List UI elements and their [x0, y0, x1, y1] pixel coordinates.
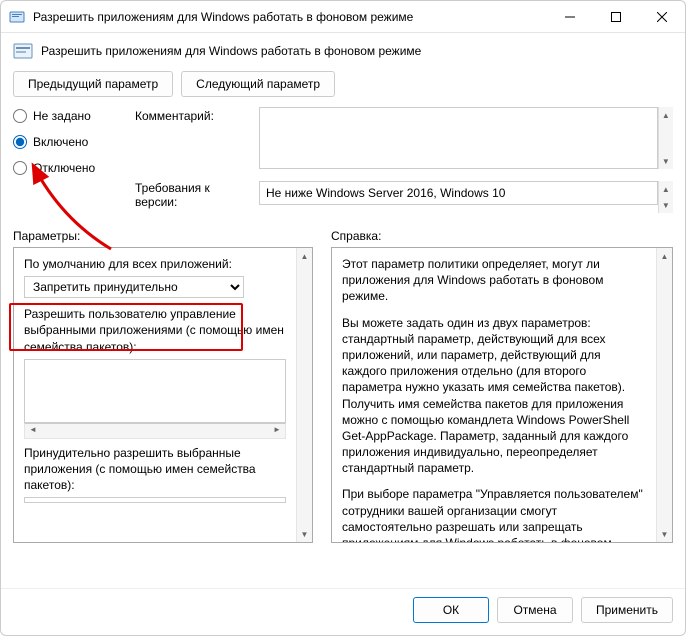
radio-disabled[interactable]: Отключено [13, 161, 131, 175]
policy-icon [13, 41, 33, 61]
parameters-heading: Параметры: [13, 229, 313, 243]
radio-disabled-input[interactable] [13, 161, 27, 175]
help-paragraph-3: При выборе параметра "Управляется пользо… [342, 486, 646, 542]
state-radio-group: Не задано Включено Отключено [13, 107, 131, 175]
default-for-apps-select[interactable]: Запретить принудительно [24, 276, 244, 298]
help-scrollbar[interactable]: ▲ ▼ [656, 248, 672, 542]
next-setting-button[interactable]: Следующий параметр [181, 71, 335, 97]
force-allow-listbox[interactable] [24, 497, 286, 503]
title-bar: Разрешить приложениям для Windows работа… [1, 1, 685, 33]
apply-button[interactable]: Применить [581, 597, 673, 623]
comment-scrollbar[interactable]: ▲▼ [658, 107, 673, 169]
parameters-pane: По умолчанию для всех приложений: Запрет… [13, 247, 313, 543]
scroll-up-icon: ▲ [297, 248, 312, 264]
help-pane: Этот параметр политики определяет, могут… [331, 247, 673, 543]
allow-user-manage-hscroll[interactable]: ◄► [24, 423, 286, 439]
dialog-button-bar: ОК Отмена Применить [1, 588, 685, 635]
radio-not-configured-input[interactable] [13, 109, 27, 123]
radio-enabled-input[interactable] [13, 135, 27, 149]
comment-label: Комментарий: [135, 107, 255, 123]
requirements-value: Не ниже Windows Server 2016, Windows 10 [259, 181, 658, 205]
app-icon [9, 9, 25, 25]
radio-not-configured-label: Не задано [33, 109, 91, 123]
previous-setting-button[interactable]: Предыдущий параметр [13, 71, 173, 97]
radio-not-configured[interactable]: Не задано [13, 109, 131, 123]
scroll-down-icon: ▼ [297, 526, 312, 542]
radio-enabled-label: Включено [33, 135, 88, 149]
allow-user-manage-label: Разрешить пользователю управление выбран… [24, 306, 286, 355]
radio-disabled-label: Отключено [33, 161, 95, 175]
close-button[interactable] [639, 1, 685, 33]
help-paragraph-2: Вы можете задать один из двух параметров… [342, 315, 646, 477]
cancel-button[interactable]: Отмена [497, 597, 573, 623]
policy-title: Разрешить приложениям для Windows работа… [41, 44, 421, 58]
nav-buttons: Предыдущий параметр Следующий параметр [1, 65, 685, 107]
allow-user-manage-listbox[interactable] [24, 359, 286, 423]
policy-header: Разрешить приложениям для Windows работа… [1, 33, 685, 65]
requirements-scrollbar[interactable]: ▲▼ [658, 181, 673, 213]
scroll-up-icon: ▲ [657, 248, 672, 264]
minimize-button[interactable] [547, 1, 593, 33]
help-paragraph-1: Этот параметр политики определяет, могут… [342, 256, 646, 305]
parameters-scrollbar[interactable]: ▲ ▼ [296, 248, 312, 542]
help-heading: Справка: [331, 229, 673, 243]
force-allow-label: Принудительно разрешить выбранные прилож… [24, 445, 286, 494]
window-title: Разрешить приложениям для Windows работа… [33, 10, 547, 24]
maximize-button[interactable] [593, 1, 639, 33]
radio-enabled[interactable]: Включено [13, 135, 131, 149]
default-for-apps-label: По умолчанию для всех приложений: [24, 256, 286, 272]
comment-input[interactable] [259, 107, 658, 169]
scroll-down-icon: ▼ [657, 526, 672, 542]
ok-button[interactable]: ОК [413, 597, 489, 623]
requirements-label: Требования к версии: [135, 181, 255, 209]
